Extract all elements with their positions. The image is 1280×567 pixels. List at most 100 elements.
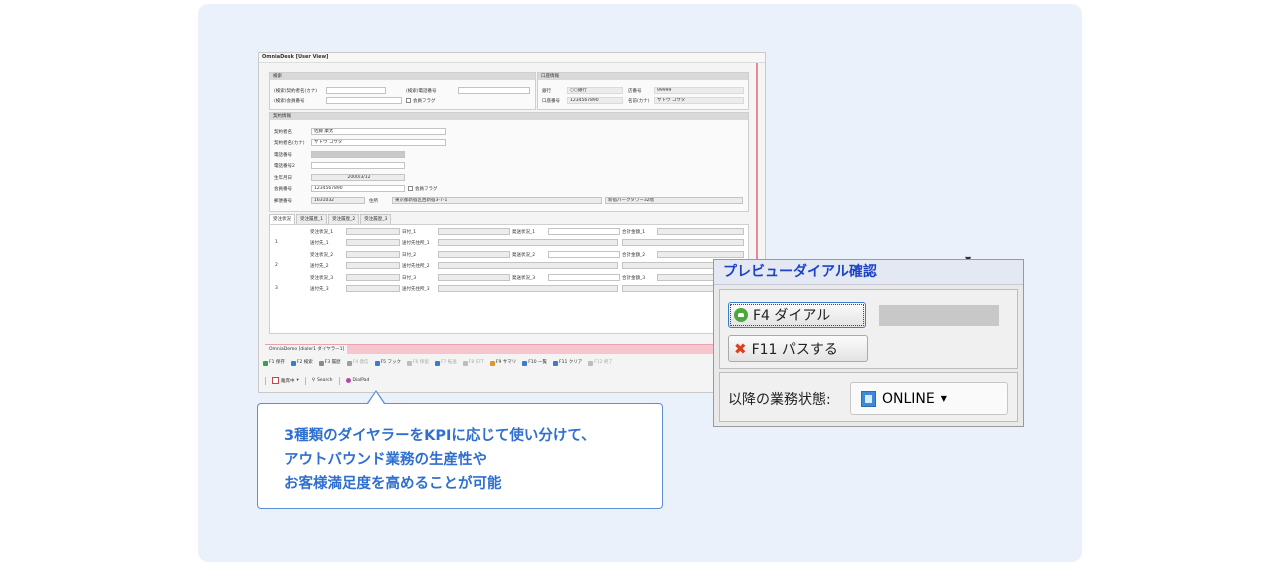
order-dest-addr-input[interactable]: [438, 285, 618, 292]
order-date-label: 日付_2: [402, 253, 417, 258]
order-tabs: 受注状況 受注履歴_1 受注履歴_2 受注履歴_3: [269, 214, 392, 225]
callout-pointer-fill: [368, 392, 384, 404]
order-extra-input[interactable]: [622, 239, 744, 246]
birth-label: 生年月日: [274, 176, 292, 181]
order-date-input[interactable]: [438, 228, 510, 235]
order-total-input[interactable]: [657, 251, 744, 258]
order-dest-addr-input[interactable]: [438, 239, 618, 246]
search-label: Search: [317, 378, 333, 383]
preview-dial-dialog: プレビューダイアル確認 F4 ダイアル ✖ F11 パスする 以降の業務状態: …: [713, 259, 1024, 427]
order-dest-addr-input[interactable]: [438, 262, 618, 269]
dialpad-label: DialPad: [352, 378, 370, 383]
callout-line-2: アウトバウンド業務の生産性や: [284, 452, 487, 468]
bank-label: 銀行: [542, 89, 551, 94]
search-phone-label: (検索)電話番号: [406, 89, 437, 94]
fkey-label: F7 転送: [440, 360, 457, 365]
app-window: OmniaDesk [User View] 検索 (検索)契約者名(カナ) (検…: [258, 52, 766, 393]
fkey-label: F5 フック: [380, 360, 401, 365]
fkey-button[interactable]: F2 検索: [289, 358, 315, 368]
fkey-icon: [346, 360, 352, 366]
order-ship-select[interactable]: [548, 228, 620, 235]
branch-label: 店番号: [628, 89, 642, 94]
fkey-button[interactable]: F9 サマリ: [488, 358, 518, 368]
fkey-button[interactable]: F12 終了: [586, 358, 615, 368]
search-kana-input[interactable]: [326, 87, 386, 94]
state-label: 離席中: [281, 378, 295, 384]
state-select[interactable]: ONLINE ▼: [850, 382, 1008, 415]
address2-input[interactable]: 新宿パークタワー32階: [605, 197, 743, 204]
fkey-label: F6 保留: [412, 360, 429, 365]
close-icon: ✖: [734, 339, 747, 358]
fkey-button[interactable]: F3 履歴: [317, 358, 343, 368]
dial-button[interactable]: F4 ダイアル: [728, 302, 866, 328]
fkey-button[interactable]: F7 転送: [433, 358, 459, 368]
fkey-button[interactable]: F11 クリア: [551, 358, 584, 368]
order-dest-input[interactable]: [346, 262, 400, 269]
order-dest-label: 送付先_3: [310, 287, 329, 292]
zip-label: 郵便番号: [274, 199, 292, 204]
order-total-label: 合計金額_2: [622, 253, 646, 258]
search-member-input[interactable]: [326, 97, 402, 104]
phone-input[interactable]: [311, 151, 405, 158]
dialpad-button[interactable]: DialPad: [345, 378, 370, 383]
search-phone-input[interactable]: [458, 87, 530, 94]
fkey-icon: [588, 360, 594, 366]
state-dropdown[interactable]: 離席中 ▾: [272, 377, 299, 384]
order-date-input[interactable]: [438, 251, 510, 258]
order-status-input[interactable]: [346, 228, 400, 235]
fkey-button[interactable]: F1 保存: [261, 358, 287, 368]
next-state-label: 以降の業務状態:: [728, 392, 831, 408]
order-dest-input[interactable]: [346, 285, 400, 292]
dialer-status-text: OmniaDemo [dialer1 ダイヤラー1]: [265, 345, 348, 354]
search-section: 検索 (検索)契約者名(カナ) (検索)電話番号 (検索)会員番号 会員フラグ: [269, 72, 536, 110]
order-ship-select[interactable]: [548, 274, 620, 281]
birth-input[interactable]: 2000/3/12: [311, 174, 405, 181]
order-dest-addr-label: 送付先住所_3: [402, 287, 430, 292]
order-date-input[interactable]: [438, 274, 510, 281]
search-member-flag-checkbox[interactable]: [406, 98, 411, 103]
fkey-button[interactable]: F8 STT: [461, 358, 486, 368]
contract-kana-input[interactable]: サトウ コウタ: [311, 139, 446, 146]
dialer-status-bar: OmniaDemo [dialer1 ダイヤラー1]: [265, 344, 759, 354]
order-status-input[interactable]: [346, 274, 400, 281]
fkey-button[interactable]: F4 発信: [345, 358, 371, 368]
member-input[interactable]: 1234567890: [311, 185, 405, 192]
dialog-state-box: 以降の業務状態: ONLINE ▼: [719, 372, 1018, 422]
order-dest-input[interactable]: [346, 239, 400, 246]
contract-name-input[interactable]: 佐藤 康太: [311, 128, 446, 135]
zip-input[interactable]: 1631032: [311, 197, 365, 204]
order-dest-addr-label: 送付先住所_1: [402, 241, 430, 246]
fkey-button[interactable]: F6 保留: [405, 358, 431, 368]
order-status-input[interactable]: [346, 251, 400, 258]
fkey-button[interactable]: F5 フック: [373, 358, 403, 368]
fkey-icon: [290, 360, 296, 366]
account-value: 1234567890: [567, 97, 623, 104]
chevron-down-icon: ▼: [940, 394, 947, 403]
pass-button[interactable]: ✖ F11 パスする: [728, 335, 868, 362]
member-flag-checkbox[interactable]: [408, 186, 413, 191]
fkey-button[interactable]: F10 一覧: [520, 358, 549, 368]
order-date-label: 日付_3: [402, 276, 417, 281]
fkey-icon: [434, 360, 440, 366]
search-kana-label: (検索)契約者名(カナ): [274, 89, 318, 94]
fkey-label: F8 STT: [468, 360, 484, 365]
contract-heading: 契約情報: [270, 113, 748, 120]
fkey-label: F12 終了: [594, 360, 614, 365]
order-ship-label: 発送状況_1: [512, 230, 536, 235]
phone-label: 電話番号: [274, 153, 292, 158]
search-button[interactable]: ⚲ Search: [312, 378, 333, 383]
order-ship-select[interactable]: [548, 251, 620, 258]
online-icon: [861, 390, 876, 407]
order-row-number: 1: [275, 240, 278, 245]
phone-icon: [734, 308, 748, 322]
toolbar-divider: [338, 376, 340, 385]
address-input[interactable]: 東京都新宿区西新宿3-7-1: [392, 197, 602, 204]
order-dest-label: 送付先_2: [310, 264, 329, 269]
fkey-icon: [318, 360, 324, 366]
phone2-input[interactable]: [311, 162, 405, 169]
state-icon: [272, 377, 279, 384]
order-date-label: 日付_1: [402, 230, 417, 235]
order-dest-label: 送付先_1: [310, 241, 329, 246]
order-total-input[interactable]: [657, 228, 744, 235]
contract-section: 契約情報 契約者名 佐藤 康太 契約者名(カナ) サトウ コウタ 電話番号 電話…: [269, 112, 749, 212]
